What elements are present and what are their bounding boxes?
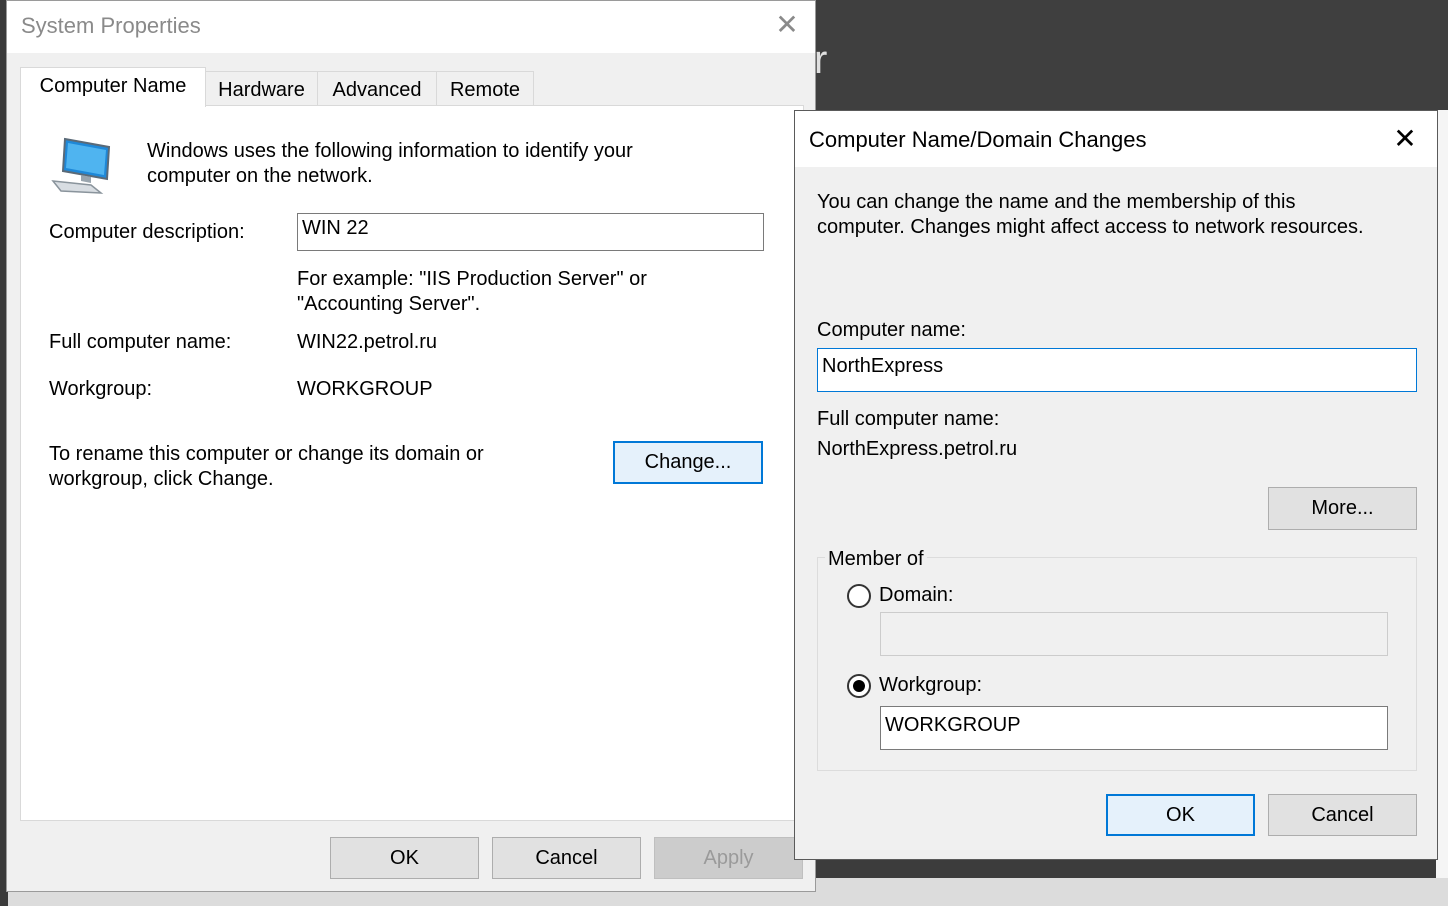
member-of-label: Member of	[825, 547, 927, 571]
dialog-title: Computer Name/Domain Changes	[809, 127, 1147, 152]
change-button[interactable]: Change...	[613, 441, 763, 484]
computer-name-domain-changes-dialog: Computer Name/Domain Changes ✕ You can c…	[794, 110, 1438, 860]
intro-text-line2: computer on the network.	[147, 165, 373, 187]
system-properties-window: System Properties ✕ Computer Name Hardwa…	[6, 0, 816, 892]
dialog-intro-line2: computer. Changes might affect access to…	[817, 216, 1364, 238]
title-bar: System Properties ✕	[7, 1, 815, 53]
full-computer-name-label: Full computer name:	[817, 408, 1000, 430]
computer-name-label: Computer name:	[817, 319, 966, 341]
full-computer-name-label: Full computer name:	[49, 331, 232, 353]
domain-label: Domain:	[879, 584, 954, 606]
tab-advanced[interactable]: Advanced	[317, 71, 437, 105]
example-text-line1: For example: "IIS Production Server" or	[297, 268, 647, 290]
computer-name-input[interactable]: NorthExpress	[817, 348, 1417, 392]
close-icon[interactable]: ✕	[771, 9, 803, 41]
example-text-line2: "Accounting Server".	[297, 293, 481, 315]
background-window-dark	[816, 0, 1448, 110]
apply-button[interactable]: Apply	[654, 837, 803, 879]
close-icon[interactable]: ✕	[1387, 123, 1423, 155]
full-computer-name-value: WIN22.petrol.ru	[297, 331, 438, 353]
more-button[interactable]: More...	[1268, 487, 1417, 530]
workgroup-label: Workgroup:	[49, 378, 153, 400]
dialog-title-bar: Computer Name/Domain Changes ✕	[795, 111, 1437, 167]
workgroup-radio[interactable]	[847, 674, 871, 698]
ok-button[interactable]: OK	[1106, 794, 1255, 836]
computer-description-input[interactable]: WIN 22	[297, 213, 764, 251]
cancel-button[interactable]: Cancel	[492, 837, 641, 879]
intro-text-line1: Windows uses the following information t…	[147, 140, 633, 162]
domain-radio[interactable]	[847, 584, 871, 608]
tab-computer-name[interactable]: Computer Name	[20, 67, 206, 107]
tab-remote[interactable]: Remote	[436, 71, 534, 105]
cancel-button[interactable]: Cancel	[1268, 794, 1417, 836]
computer-monitor-icon	[51, 135, 115, 195]
tab-hardware[interactable]: Hardware	[205, 71, 318, 105]
dialog-intro-line1: You can change the name and the membersh…	[817, 191, 1296, 213]
workgroup-label: Workgroup:	[879, 674, 983, 696]
workgroup-input[interactable]: WORKGROUP	[880, 706, 1388, 750]
computer-description-label: Computer description:	[49, 221, 245, 243]
ok-button[interactable]: OK	[330, 837, 479, 879]
rename-text-line1: To rename this computer or change its do…	[49, 443, 484, 465]
window-title: System Properties	[21, 13, 201, 38]
radio-selected-dot	[853, 680, 865, 692]
domain-input[interactable]	[880, 612, 1388, 656]
rename-text-line2: workgroup, click Change.	[49, 468, 274, 490]
full-computer-name-value: NorthExpress.petrol.ru	[817, 438, 1018, 460]
workgroup-value: WORKGROUP	[297, 378, 433, 400]
